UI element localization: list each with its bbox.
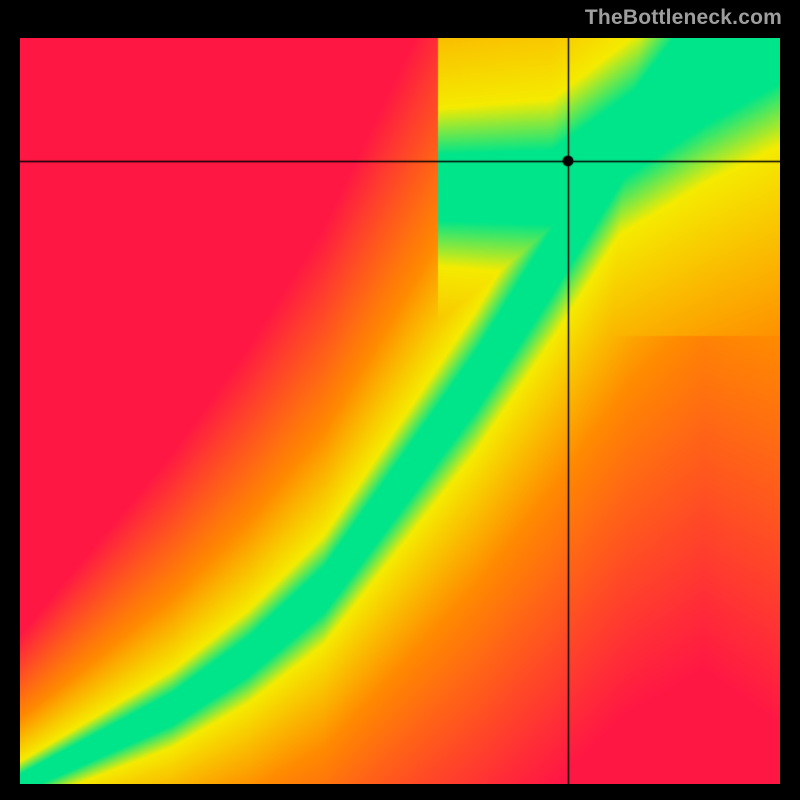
watermark-text: TheBottleneck.com	[585, 6, 782, 30]
bottleneck-heatmap	[20, 38, 780, 784]
chart-container: TheBottleneck.com	[0, 0, 800, 800]
